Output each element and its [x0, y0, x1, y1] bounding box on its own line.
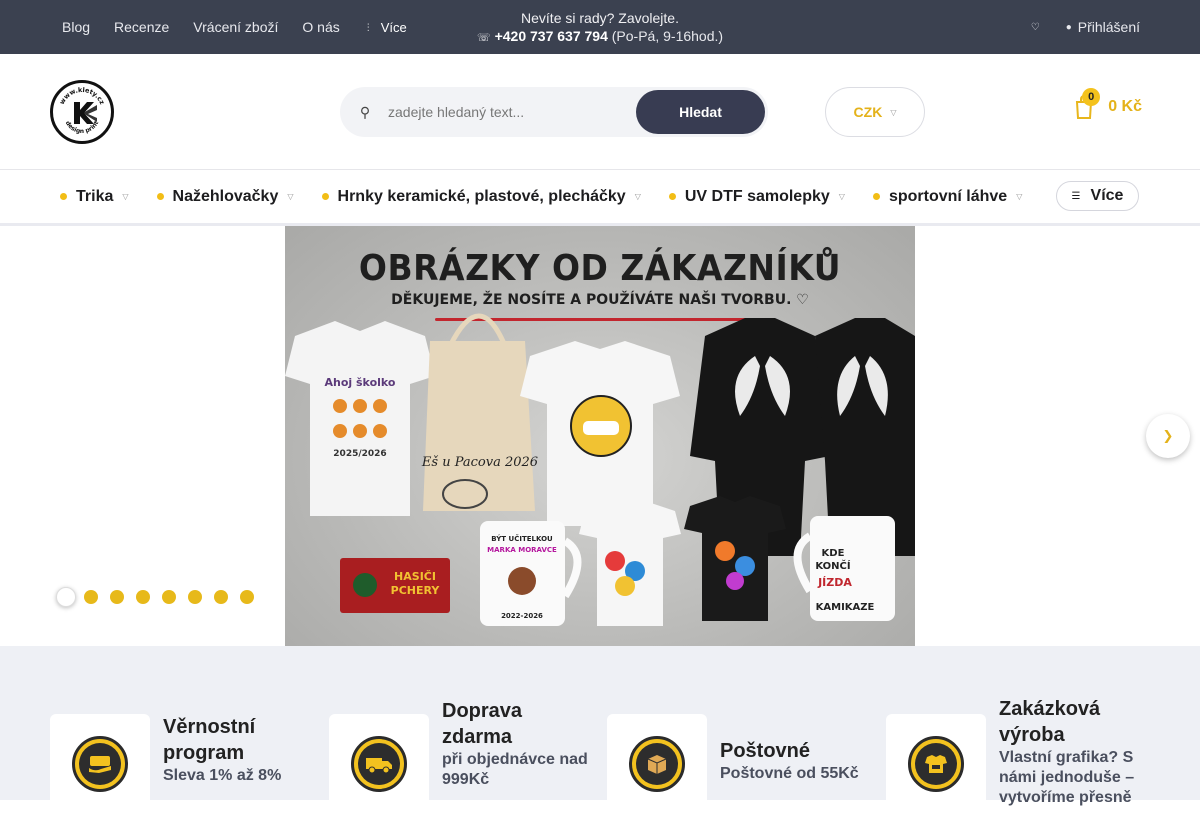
chevron-down-icon: ▽: [1016, 192, 1023, 201]
category-uv-dtf[interactable]: UV DTF samolepky ▽: [668, 187, 845, 206]
benefit-icon-card: [50, 714, 150, 814]
cart-total: 0 Kč: [1108, 98, 1142, 115]
box-icon: [636, 743, 678, 785]
svg-text:2025/2026: 2025/2026: [333, 449, 386, 459]
user-icon: ●: [1065, 21, 1072, 33]
support-hours: (Po-Pá, 9-16hod.): [611, 28, 724, 44]
slider-dot[interactable]: [188, 590, 202, 604]
login-label: Přihlášení: [1077, 19, 1140, 35]
search-icon: ⚲: [359, 103, 371, 120]
category-label: UV DTF samolepky: [684, 187, 830, 205]
loyalty-icon: [79, 743, 121, 785]
category-label: Nažehlovačky: [172, 187, 279, 205]
benefit-loyalty[interactable]: Věrnostní program Sleva 1% až 8%: [50, 714, 313, 814]
hero-slider: OBRÁZKY OD ZÁKAZNÍKŮ DĚKUJEME, ŽE NOSÍTE…: [0, 226, 1200, 646]
benefit-title: Věrnostní program: [163, 716, 256, 764]
svg-text:KAMIKAZE: KAMIKAZE: [816, 602, 875, 613]
search-bar: ⚲ Hledat: [340, 87, 768, 137]
phone-icon: ☏: [476, 32, 491, 44]
slider-dot[interactable]: [162, 590, 176, 604]
svg-text:MARKA MORAVCE: MARKA MORAVCE: [487, 546, 557, 554]
category-nazehlovacky[interactable]: Nažehlovačky ▽: [156, 187, 294, 206]
chevron-down-icon: ▽: [634, 192, 641, 201]
benefit-title: Zakázková výroba: [999, 698, 1101, 746]
bullet-icon: [668, 193, 676, 200]
cart-count-badge: 0: [1082, 88, 1101, 106]
banner-image[interactable]: OBRÁZKY OD ZÁKAZNÍKŮ DĚKUJEME, ŽE NOSÍTE…: [285, 226, 915, 646]
category-nav: Trika ▽ Nažehlovačky ▽ Hrnky keramické, …: [0, 170, 1200, 226]
chevron-down-icon: ▽: [122, 192, 129, 201]
benefit-icon-card: [329, 714, 429, 814]
svg-text:BÝT UČITELKOU: BÝT UČITELKOU: [491, 534, 553, 543]
shopping-bag-icon: 0: [1074, 88, 1101, 120]
phone-number[interactable]: +420 737 637 794: [495, 28, 608, 44]
top-bar: Blog Recenze Vrácení zboží O nás ⋮ Více …: [0, 0, 1200, 54]
slider-dot[interactable]: [214, 590, 228, 604]
slider-dot[interactable]: [110, 590, 124, 604]
svg-text:2022-2026: 2022-2026: [501, 612, 543, 620]
benefit-free-shipping[interactable]: Doprava zdarma při objednávce nad 999Kč: [329, 700, 592, 814]
login-link[interactable]: ● Přihlášení: [1066, 19, 1140, 35]
slider-next-button[interactable]: ❯: [1146, 414, 1190, 458]
svg-text:Ahoj školko: Ahoj školko: [325, 376, 396, 389]
currency-label: CZK: [853, 104, 883, 120]
slider-dot[interactable]: [136, 590, 150, 604]
slider-dot[interactable]: [84, 590, 98, 604]
category-hrnky[interactable]: Hrnky keramické, plastové, plecháčky ▽: [321, 187, 641, 206]
category-lahve[interactable]: sportovní láhve ▽: [872, 187, 1023, 206]
currency-selector[interactable]: CZK ▽: [825, 87, 925, 137]
site-logo[interactable]: www.klety.cz design print: [50, 80, 114, 144]
truck-icon: [358, 743, 400, 785]
benefit-subtitle: Poštovné od 55Kč: [720, 765, 859, 782]
custom-icon: [915, 743, 957, 785]
top-right: ♡ ● Přihlášení: [1031, 0, 1140, 54]
phone-line[interactable]: ☏ +420 737 637 794 (Po-Pá, 9-16hod.): [0, 27, 1200, 47]
category-more-label: Více: [1090, 187, 1124, 204]
svg-text:JÍZDA: JÍZDA: [817, 576, 852, 589]
compare-icon[interactable]: ♡: [1031, 22, 1040, 33]
slider-pagination: [56, 587, 254, 607]
category-label: sportovní láhve: [888, 187, 1008, 205]
svg-text:KDE: KDE: [822, 548, 845, 559]
category-trika[interactable]: Trika ▽: [60, 188, 129, 206]
benefit-subtitle: při objednávce nad 999Kč: [442, 751, 588, 788]
category-more-button[interactable]: ☰ Více: [1056, 181, 1139, 211]
chevron-right-icon: ❯: [1162, 428, 1174, 443]
menu-icon: ☰: [1071, 190, 1081, 202]
benefit-icon-card: [607, 714, 707, 814]
svg-text:www.klety.cz: www.klety.cz: [58, 86, 106, 106]
chevron-down-icon: ▽: [287, 192, 294, 201]
svg-text:HASIČI: HASIČI: [394, 570, 436, 583]
product-collage-image: Ahoj školko 2025/2026 Eš u Pacova 2026 H…: [285, 313, 915, 626]
benefit-subtitle: Sleva 1% až 8%: [163, 767, 282, 784]
bullet-icon: [60, 193, 67, 200]
benefit-subtitle: Vlastní grafika? S námi jednoduše – vytv…: [999, 749, 1135, 806]
cart[interactable]: 0 0 Kč: [1074, 88, 1142, 120]
category-label: Trika: [76, 187, 114, 205]
svg-text:KONČÍ: KONČÍ: [815, 559, 851, 572]
bullet-icon: [872, 193, 880, 200]
slider-dot[interactable]: [240, 590, 254, 604]
bullet-icon: [156, 193, 164, 200]
svg-text:design print: design print: [64, 120, 101, 135]
benefit-title: Poštovné: [720, 740, 811, 762]
chevron-down-icon: ▽: [890, 107, 897, 117]
search-button[interactable]: Hledat: [636, 90, 765, 134]
slider-dot[interactable]: [56, 587, 76, 607]
chevron-down-icon: ▽: [838, 192, 845, 201]
header: www.klety.cz design print ⚲ Hledat CZK ▽…: [0, 54, 1200, 170]
category-label: Hrnky keramické, plastové, plecháčky: [337, 187, 626, 205]
svg-text:Eš u Pacova 2026: Eš u Pacova 2026: [421, 455, 538, 470]
svg-text:PCHERY: PCHERY: [391, 584, 441, 597]
logo-mark-icon: www.klety.cz design print: [58, 86, 106, 135]
benefit-postage[interactable]: Poštovné Poštovné od 55Kč: [607, 714, 870, 814]
bullet-icon: [321, 193, 329, 200]
benefit-custom-production[interactable]: Zakázková výroba Vlastní grafika? S námi…: [886, 698, 1149, 814]
benefit-icon-card: [886, 714, 986, 814]
benefit-title: Doprava zdarma: [442, 700, 523, 748]
benefits-section: Věrnostní program Sleva 1% až 8% Doprava…: [0, 646, 1200, 814]
